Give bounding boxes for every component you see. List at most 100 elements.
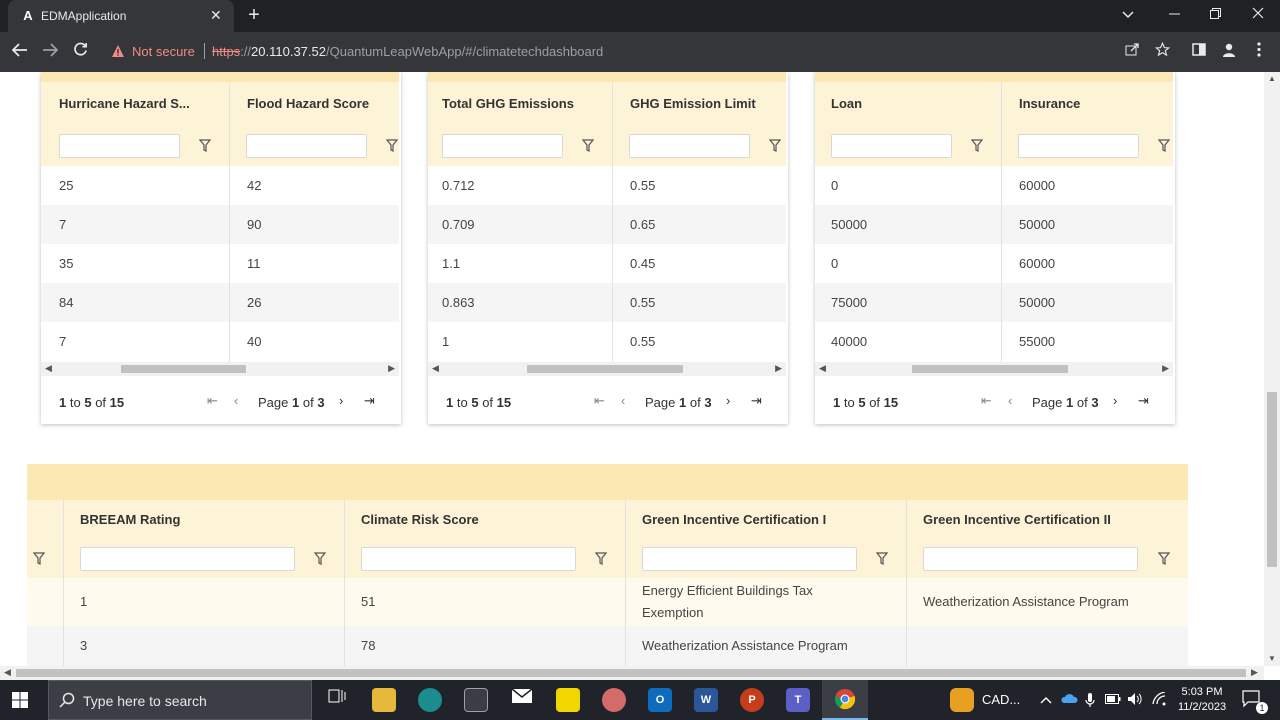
last-page-icon[interactable]: ⇥ <box>364 393 375 409</box>
table-row[interactable]: 0.709 0.65 <box>428 205 786 244</box>
browser-tab[interactable]: A EDMApplication ✕ <box>8 0 234 32</box>
filter-funnel-icon[interactable] <box>199 139 211 153</box>
tab-search-icon[interactable] <box>1118 6 1138 22</box>
scroll-up-icon[interactable]: ▲ <box>1267 74 1277 83</box>
filter-input[interactable] <box>629 134 750 158</box>
table-row[interactable]: 0.863 0.55 <box>428 283 786 322</box>
chevron-up-icon[interactable] <box>1040 692 1052 707</box>
scrollbar-thumb[interactable] <box>527 365 683 373</box>
scrollbar-thumb[interactable] <box>1267 392 1277 567</box>
scrollbar-thumb[interactable] <box>16 669 1246 677</box>
table-row[interactable]: 35 11 <box>41 244 399 283</box>
scroll-right-icon[interactable]: ▶ <box>388 363 395 374</box>
scroll-right-icon[interactable]: ▶ <box>775 363 782 374</box>
share-icon[interactable] <box>1122 42 1142 62</box>
grid-horizontal-scrollbar[interactable]: ◀ ▶ <box>428 362 786 376</box>
first-page-icon[interactable]: ⇤ <box>207 393 218 409</box>
column-header[interactable]: Green Incentive Certification II <box>906 500 1111 540</box>
filter-funnel-icon[interactable] <box>1158 139 1170 153</box>
url-text[interactable]: https://20.110.37.52/QuantumLeapWebApp/#… <box>212 44 603 59</box>
teams-icon[interactable]: T <box>786 688 810 712</box>
tray-app-label[interactable]: CAD... <box>982 692 1020 707</box>
file-explorer-icon[interactable] <box>372 688 396 712</box>
column-header[interactable]: Green Incentive Certification I <box>625 500 826 540</box>
table-row[interactable]: 3 78 Weatherization Assistance Program <box>27 626 1188 666</box>
previous-page-icon[interactable]: ‹ <box>1008 393 1012 408</box>
table-row[interactable]: 40000 55000 <box>815 322 1173 361</box>
filter-funnel-icon[interactable] <box>314 552 326 566</box>
bookmark-star-icon[interactable] <box>1152 41 1172 63</box>
wifi-icon[interactable] <box>1151 691 1167 709</box>
scroll-right-icon[interactable]: ▶ <box>1251 667 1258 678</box>
filter-funnel-icon[interactable] <box>1158 552 1170 566</box>
next-page-icon[interactable]: › <box>726 393 730 408</box>
sticky-notes-icon[interactable] <box>556 688 580 712</box>
first-page-icon[interactable]: ⇤ <box>981 393 992 409</box>
outlook-icon[interactable]: O <box>648 688 672 712</box>
restore-icon[interactable] <box>1205 6 1225 22</box>
table-row[interactable]: 1.1 0.45 <box>428 244 786 283</box>
edge-browser-icon[interactable] <box>418 688 442 712</box>
table-row[interactable]: 0 60000 <box>815 244 1173 283</box>
page-horizontal-scrollbar[interactable]: ◀ ▶ <box>0 666 1264 680</box>
close-tab-icon[interactable]: ✕ <box>210 7 222 24</box>
cad-app-icon[interactable] <box>950 688 974 712</box>
column-header[interactable]: Climate Risk Score <box>344 500 479 540</box>
minimize-icon[interactable] <box>1164 6 1184 22</box>
back-arrow-icon[interactable] <box>10 42 30 62</box>
grid-horizontal-scrollbar[interactable]: ◀ ▶ <box>815 362 1173 376</box>
filter-funnel-icon[interactable] <box>595 552 607 566</box>
onedrive-icon[interactable] <box>1060 692 1078 707</box>
kebab-menu-icon[interactable] <box>1249 42 1269 63</box>
scroll-down-icon[interactable]: ▼ <box>1267 654 1277 663</box>
scrollbar-thumb[interactable] <box>912 365 1068 373</box>
scroll-left-icon[interactable]: ◀ <box>819 363 826 374</box>
profile-avatar-icon[interactable] <box>1219 42 1239 64</box>
new-tab-button[interactable]: + <box>244 4 264 27</box>
system-clock[interactable]: 5:03 PM 11/2/2023 <box>1168 685 1236 715</box>
column-header[interactable]: GHG Emission Limit <box>612 82 786 126</box>
filter-funnel-icon[interactable] <box>33 552 45 566</box>
table-row[interactable]: 0.712 0.55 <box>428 166 786 205</box>
microphone-icon[interactable] <box>1085 692 1095 711</box>
grid-horizontal-scrollbar[interactable]: ◀ ▶ <box>41 362 399 376</box>
store-icon[interactable] <box>464 688 488 712</box>
scroll-right-icon[interactable]: ▶ <box>1162 363 1169 374</box>
snipping-tool-icon[interactable] <box>602 688 626 712</box>
reload-icon[interactable] <box>70 42 90 62</box>
filter-funnel-icon[interactable] <box>582 139 594 153</box>
scroll-left-icon[interactable]: ◀ <box>4 667 11 678</box>
filter-funnel-icon[interactable] <box>971 139 983 153</box>
filter-funnel-icon[interactable] <box>386 139 398 153</box>
filter-input[interactable] <box>642 547 857 571</box>
table-row[interactable]: 7 40 <box>41 322 399 361</box>
next-page-icon[interactable]: › <box>339 393 343 408</box>
address-bar[interactable]: Not secure https://20.110.37.52/QuantumL… <box>102 36 1182 66</box>
first-page-icon[interactable]: ⇤ <box>594 393 605 409</box>
column-header[interactable]: Hurricane Hazard S... <box>41 82 229 126</box>
filter-input[interactable] <box>361 547 576 571</box>
chrome-icon[interactable] <box>833 688 857 712</box>
next-page-icon[interactable]: › <box>1113 393 1117 408</box>
scroll-left-icon[interactable]: ◀ <box>45 363 52 374</box>
column-header[interactable]: Insurance <box>1001 82 1173 126</box>
forward-arrow-icon[interactable] <box>40 42 60 62</box>
filter-input[interactable] <box>831 134 952 158</box>
scrollbar-thumb[interactable] <box>121 365 246 373</box>
filter-input[interactable] <box>80 547 295 571</box>
table-row[interactable]: 25 42 <box>41 166 399 205</box>
table-row[interactable]: 1 0.55 <box>428 322 786 361</box>
mail-icon[interactable] <box>510 688 534 712</box>
previous-page-icon[interactable]: ‹ <box>621 393 625 408</box>
column-header[interactable]: Total GHG Emissions <box>424 82 612 126</box>
side-panel-icon[interactable] <box>1189 42 1209 62</box>
filter-input[interactable] <box>442 134 563 158</box>
filter-funnel-icon[interactable] <box>769 139 781 153</box>
taskbar-search-box[interactable]: Type here to search <box>48 680 312 720</box>
task-view-icon[interactable] <box>325 688 349 712</box>
volume-icon[interactable] <box>1127 692 1143 709</box>
table-row[interactable]: 1 51 Energy Efficient Buildings Tax Exem… <box>27 578 1188 626</box>
powerpoint-icon[interactable]: P <box>740 688 764 712</box>
table-row[interactable]: 50000 50000 <box>815 205 1173 244</box>
filter-input[interactable] <box>59 134 180 158</box>
